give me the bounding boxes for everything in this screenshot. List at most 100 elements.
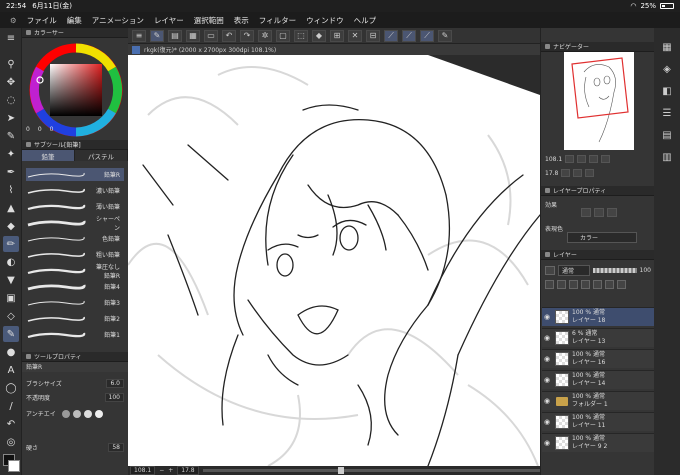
operation-icon[interactable]: ➤: [3, 110, 19, 126]
layers-stack-icon[interactable]: ◧: [660, 84, 674, 98]
eye-icon[interactable]: ◉: [542, 355, 552, 363]
eye-icon[interactable]: ◉: [542, 376, 552, 384]
zoom-out-icon[interactable]: −: [159, 467, 164, 474]
drop-icon[interactable]: ●: [3, 344, 19, 360]
prop-value[interactable]: 6.0: [106, 379, 124, 388]
edit-icon[interactable]: ✎: [438, 29, 452, 42]
gear-icon[interactable]: ⚙: [10, 16, 17, 25]
rotate-value[interactable]: 17.8: [177, 466, 199, 475]
menu-selection[interactable]: 選択範囲: [194, 15, 224, 26]
layer-row[interactable]: ◉ 100 % 通常 レイヤー 11: [542, 412, 654, 431]
image-icon[interactable]: ▦: [186, 29, 200, 42]
nav-fit-icon[interactable]: [589, 155, 599, 163]
eye-icon[interactable]: ◉: [542, 439, 552, 447]
brush-item[interactable]: 色鉛筆: [26, 232, 124, 245]
snap-off-icon[interactable]: ✕: [348, 29, 362, 42]
close-icon[interactable]: [132, 45, 140, 54]
blend-icon[interactable]: ◐: [3, 254, 19, 270]
layer-row[interactable]: ◉ 100 % 通常 レイヤー 9 2: [542, 433, 654, 452]
gradient-icon[interactable]: ▣: [3, 290, 19, 306]
nav-zoom-out-icon[interactable]: [565, 155, 575, 163]
new-layer-icon[interactable]: [545, 280, 554, 289]
material-icon[interactable]: ◈: [660, 62, 674, 76]
brush-item[interactable]: 鉛筆2: [26, 312, 124, 325]
history-icon[interactable]: ☰: [660, 106, 674, 120]
snap-line-icon[interactable]: ⟋: [384, 29, 398, 42]
nav-rotate-value[interactable]: 17.8: [545, 170, 558, 177]
prop-opacity[interactable]: 不透明度 100: [26, 392, 124, 403]
lock-icon[interactable]: [581, 280, 590, 289]
brush-item[interactable]: シャーペン: [26, 216, 124, 232]
info-icon[interactable]: ▤: [660, 128, 674, 142]
effect-color-icon[interactable]: [607, 208, 617, 217]
snap-grid-icon[interactable]: ⊟: [366, 29, 380, 42]
eye-icon[interactable]: ◉: [542, 313, 552, 321]
save-icon[interactable]: ▭: [204, 29, 218, 42]
brush-item[interactable]: 濃い鉛筆: [26, 184, 124, 197]
canvas-scroll-slider[interactable]: [202, 467, 540, 474]
color-wheel[interactable]: [28, 42, 124, 138]
undo-icon[interactable]: ↶: [3, 416, 19, 432]
brush-item[interactable]: 薄い鉛筆: [26, 200, 124, 213]
prop-brush-size[interactable]: ブラシサイズ 6.0: [26, 378, 124, 389]
ruler-icon[interactable]: /: [3, 398, 19, 414]
nav-flip-icon[interactable]: [585, 169, 595, 177]
pen-mode-icon[interactable]: ✎: [150, 29, 164, 42]
pencil-icon[interactable]: ✏: [3, 236, 19, 252]
snap-ruler-icon[interactable]: ⟋: [420, 29, 434, 42]
reference-icon[interactable]: [593, 280, 602, 289]
fill-selection-icon[interactable]: ◆: [312, 29, 326, 42]
antialias-weak[interactable]: [72, 409, 81, 418]
layer-row[interactable]: ◉ 6 % 通常 レイヤー 13: [542, 328, 654, 347]
menu-list-icon[interactable]: ≡: [132, 29, 146, 42]
layer-row[interactable]: ◉ 100 % 通常 レイヤー 16: [542, 349, 654, 368]
clear-icon[interactable]: ✲: [258, 29, 272, 42]
move-icon[interactable]: ✥: [3, 74, 19, 90]
eye-icon[interactable]: ◉: [542, 418, 552, 426]
menu-layer[interactable]: レイヤー: [154, 15, 184, 26]
prop-hardness[interactable]: 硬さ 58: [26, 442, 124, 453]
prop-value[interactable]: 100: [104, 393, 124, 402]
zoom-in-icon[interactable]: +: [168, 467, 173, 474]
brush-item[interactable]: 筆圧なし鉛筆R: [26, 264, 124, 280]
menu-file[interactable]: ファイル: [27, 15, 57, 26]
marker-icon[interactable]: ▲: [3, 200, 19, 216]
sub-color-swatch[interactable]: [8, 460, 20, 472]
effect-border-icon[interactable]: [581, 208, 591, 217]
pencil-alt-icon[interactable]: ✎: [3, 326, 19, 342]
menu-help[interactable]: ヘルプ: [354, 15, 377, 26]
layer-row[interactable]: ◉ 100 % 通常 レイヤー 18: [542, 307, 654, 326]
balloon-icon[interactable]: ◯: [3, 380, 19, 396]
pen-icon[interactable]: ✒: [3, 164, 19, 180]
figure-icon[interactable]: ◇: [3, 308, 19, 324]
brush-item[interactable]: 鉛筆R: [26, 168, 124, 181]
tab-pastel[interactable]: パステル: [75, 150, 128, 161]
blend-mode-select[interactable]: 通常: [558, 264, 590, 276]
opacity-value[interactable]: 100: [640, 267, 651, 274]
drawing-canvas[interactable]: [128, 55, 540, 466]
nav-zoom-value[interactable]: 108.1: [545, 156, 562, 163]
nav-rotate-right-icon[interactable]: [573, 169, 583, 177]
antialias-medium[interactable]: [83, 409, 92, 418]
zoom-value[interactable]: 108.1: [130, 466, 156, 475]
text-icon[interactable]: A: [3, 362, 19, 378]
navigator-preview[interactable]: [564, 52, 634, 150]
document-tab[interactable]: rkgk(復元)* (2000 x 2700px 300dpi 108.1%): [128, 44, 540, 55]
opacity-slider[interactable]: [593, 267, 637, 273]
eyedropper-icon[interactable]: ✎: [3, 128, 19, 144]
redo-icon[interactable]: ↷: [240, 29, 254, 42]
layer-row[interactable]: ◉ 100 % 通常 レイヤー 14: [542, 370, 654, 389]
nav-zoom-in-icon[interactable]: [577, 155, 587, 163]
delete-layer-icon[interactable]: [617, 280, 626, 289]
prop-antialias[interactable]: アンチエイ: [26, 408, 124, 419]
mask-icon[interactable]: [605, 280, 614, 289]
nav-rotate-left-icon[interactable]: [561, 169, 571, 177]
sparkle-icon[interactable]: ✦: [3, 146, 19, 162]
eye-icon[interactable]: ◉: [542, 334, 552, 342]
brush-item[interactable]: 粗い鉛筆: [26, 248, 124, 261]
undo-icon[interactable]: ↶: [222, 29, 236, 42]
antialias-strong[interactable]: [94, 409, 103, 418]
brush-icon[interactable]: ⌇: [3, 182, 19, 198]
brush-item[interactable]: 鉛筆1: [26, 328, 124, 341]
timeline-icon[interactable]: ▥: [660, 150, 674, 164]
